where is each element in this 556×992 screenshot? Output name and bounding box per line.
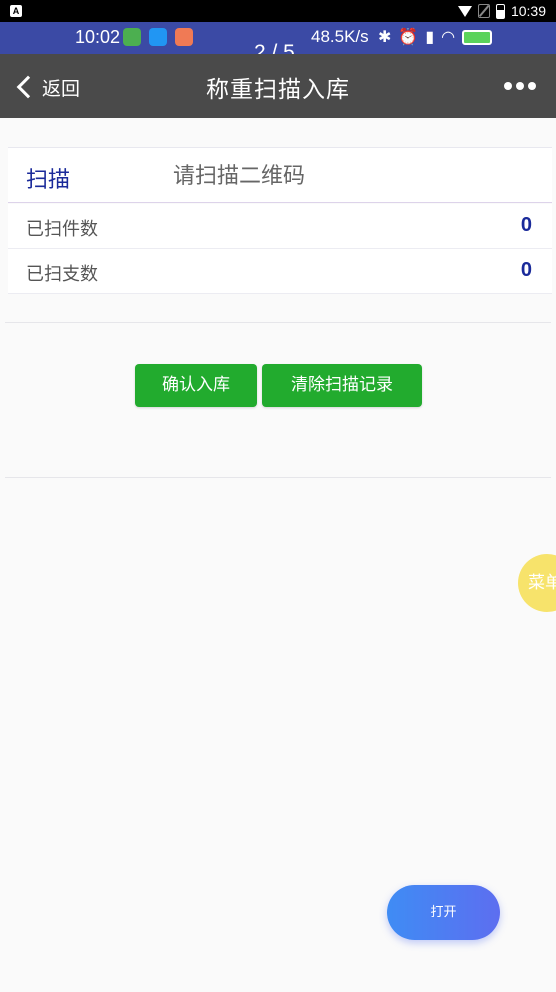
alarm-icon: ⏰ — [398, 29, 419, 46]
bluetooth-icon: ✱ — [378, 29, 392, 46]
device-time: 10:39 — [510, 3, 546, 19]
stat-value: 0 — [520, 259, 532, 281]
network-speed: 48.5K/s — [311, 27, 369, 46]
no-sim-icon — [477, 4, 490, 18]
divider — [5, 477, 551, 478]
stat-row-count: 已扫支数 0 — [8, 249, 552, 294]
device-status-bar: A 10:39 — [0, 0, 556, 22]
status-app-icons — [123, 28, 193, 46]
confirm-stock-in-button[interactable]: 确认入库 — [135, 364, 257, 407]
app-header: 返回 称重扫描入库 — [0, 54, 556, 118]
scan-row: 扫描 — [8, 147, 552, 203]
signal-icon: ▮ — [425, 29, 435, 46]
stat-label: 已扫件数 — [26, 219, 98, 240]
wifi-icon: ◠ — [441, 29, 456, 46]
cloud-icon — [149, 28, 167, 46]
status-right-icons: ✱ ⏰ ▮ ◠ — [378, 27, 493, 47]
screen-time: 10:02 — [75, 27, 121, 47]
divider — [5, 322, 551, 323]
battery-icon — [462, 29, 493, 45]
scan-input[interactable] — [173, 156, 533, 196]
clear-scan-records-button[interactable]: 清除扫描记录 — [262, 364, 422, 407]
wechat-icon — [123, 28, 141, 46]
device-status-right: 10:39 — [457, 0, 546, 22]
more-dots-icon[interactable] — [504, 82, 536, 90]
menu-fab-button[interactable]: 菜单 — [518, 554, 556, 612]
stat-label: 已扫支数 — [26, 264, 98, 285]
stat-value: 0 — [520, 214, 532, 236]
dot — [504, 82, 512, 90]
wifi-icon — [457, 5, 472, 17]
health-icon — [175, 28, 193, 46]
open-button[interactable]: 打开 — [387, 885, 500, 940]
stat-row-pieces: 已扫件数 0 — [8, 204, 552, 249]
battery-icon — [495, 3, 505, 19]
page-title: 称重扫描入库 — [206, 77, 350, 103]
notification-a-icon: A — [10, 5, 22, 17]
screen-status-bar: 10:02 2 / 5 48.5K/s ✱ ⏰ ▮ ◠ — [0, 22, 556, 64]
scan-label: 扫描 — [26, 168, 71, 193]
dot — [528, 82, 536, 90]
dot — [516, 82, 524, 90]
